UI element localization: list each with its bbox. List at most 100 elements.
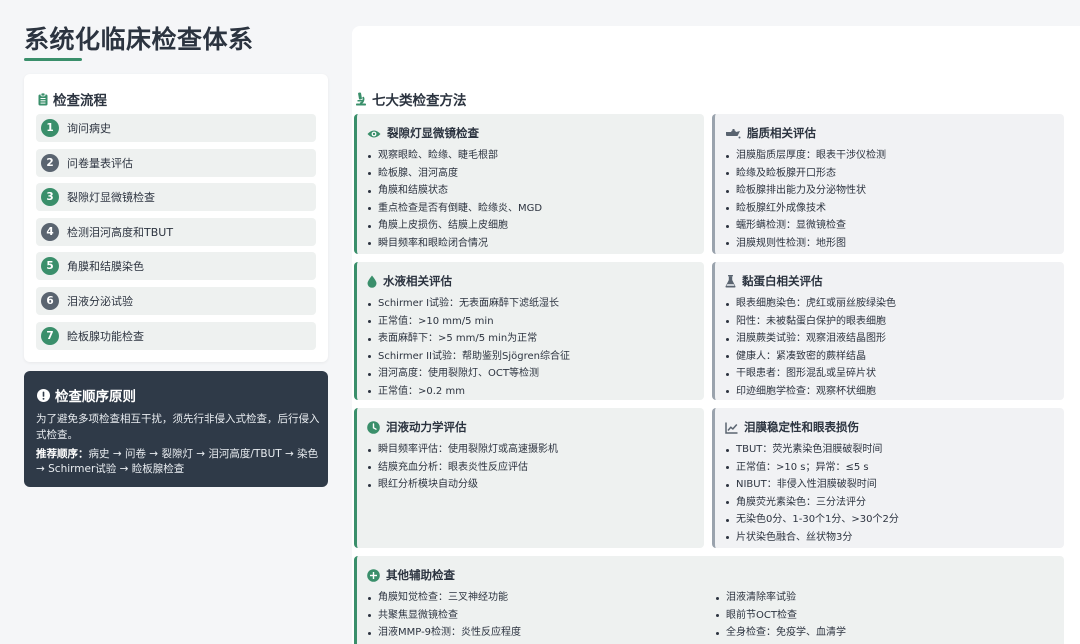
method-card-title: 裂隙灯显微镜检查 — [367, 125, 479, 141]
methods-heading: 七大类检查方法 — [354, 89, 467, 109]
method-card-title: 泪膜稳定性和眼表损伤 — [725, 419, 859, 435]
step-label: 睑板腺功能检查 — [67, 329, 144, 343]
chart-line-icon — [725, 420, 738, 434]
method-item: 观察眼睑、睑缘、睫毛根部 — [367, 147, 542, 165]
step-number-badge: 7 — [41, 326, 59, 345]
principle-title: 检查顺序原则 — [37, 385, 136, 405]
method-item: 眼表细胞染色：虎红或丽丝胺绿染色 — [725, 295, 896, 313]
method-card-items: 瞬目频率评估：使用裂隙灯或高速摄影机 结膜充血分析：眼表炎性反应评估 眼红分析模块自… — [367, 441, 558, 494]
flow-step: 6 泪液分泌试验 — [36, 286, 316, 315]
step-label: 裂隙灯显微镜检查 — [67, 191, 155, 205]
method-item: 正常值：>10 s；异常：≤5 s — [725, 459, 899, 477]
step-number-badge: 5 — [41, 257, 59, 276]
method-item: 泪液MMP-9检测：炎性反应程度 — [367, 624, 521, 642]
step-number-badge: 2 — [41, 153, 59, 172]
step-label: 泪液分泌试验 — [67, 294, 133, 308]
method-card-items: Schirmer I试验：无表面麻醉下滤纸湿长 正常值：>10 mm/5 min 表… — [367, 295, 570, 400]
flow-step: 5 角膜和结膜染色 — [36, 252, 316, 281]
method-card-items: 观察眼睑、睑缘、睫毛根部 睑板腺、泪河高度 角膜和结膜状态 重点检查是否有倒睫、睑缘炎… — [367, 147, 542, 252]
method-item: 睑缘及睑板腺开口形态 — [725, 165, 886, 183]
method-card-other: 其他辅助检查 角膜知觉检查：三叉神经功能 共聚焦显微镜检查 泪液MMP-9检测：炎性… — [354, 556, 1064, 644]
method-card-items: TBUT：荧光素染色泪膜破裂时间 正常值：>10 s；异常：≤5 s NIBUT：非… — [725, 441, 899, 546]
method-item: 无染色0分、1-30个1分、>30个2分 — [725, 511, 899, 529]
step-label: 角膜和结膜染色 — [67, 260, 144, 274]
method-item: 泪膜脂质层厚度：眼表干涉仪检测 — [725, 147, 886, 165]
method-item: 角膜上皮损伤、结膜上皮细胞 — [367, 217, 542, 235]
method-card-lipid: 脂质相关评估 泪膜脂质层厚度：眼表干涉仪检测 睑缘及睑板腺开口形态 睑板腺排出能力及… — [712, 114, 1064, 254]
method-card-title: 脂质相关评估 — [725, 125, 816, 141]
method-card-items: 眼表细胞染色：虎红或丽丝胺绿染色 阳性：未被黏蛋白保护的眼表细胞 泪膜蕨类试验：观察… — [725, 295, 896, 400]
plus-circle-icon — [367, 568, 380, 582]
method-item: 眼前节OCT检查 — [715, 607, 846, 625]
flow-heading: 检查流程 — [38, 89, 107, 109]
method-item: 重点检查是否有倒睫、睑缘炎、MGD — [367, 200, 542, 218]
method-item: 表面麻醉下：>5 mm/5 min为正常 — [367, 330, 570, 348]
droplet-icon — [367, 274, 377, 288]
method-card-title: 泪液动力学评估 — [367, 419, 467, 435]
method-card-stability: 泪膜稳定性和眼表损伤 TBUT：荧光素染色泪膜破裂时间 正常值：>10 s；异常：… — [712, 408, 1064, 548]
principle-body: 为了避免多项检查相互干扰，须先行非侵入式检查，后行侵入式检查。 — [36, 413, 320, 441]
method-item: 瞬目频率评估：使用裂隙灯或高速摄影机 — [367, 441, 558, 459]
step-number-badge: 1 — [41, 119, 59, 137]
method-item: 瞬目频率和眼睑闭合情况 — [367, 235, 542, 253]
method-card-mucin: 黏蛋白相关评估 眼表细胞染色：虎红或丽丝胺绿染色 阳性：未被黏蛋白保护的眼表细胞泪… — [712, 262, 1064, 400]
method-item: 泪膜蕨类试验：观察泪液结晶图形 — [725, 330, 896, 348]
method-card-title: 水液相关评估 — [367, 273, 452, 289]
method-card-dynamics: 泪液动力学评估 瞬目频率评估：使用裂隙灯或高速摄影机 结膜充血分析：眼表炎性反应评… — [354, 408, 704, 548]
method-item: 干眼患者：图形混乱或呈碎片状 — [725, 365, 896, 383]
method-item: 睑板腺、泪河高度 — [367, 165, 542, 183]
step-label: 问卷量表评估 — [67, 156, 133, 170]
method-item: 泪液清除率试验 — [715, 589, 846, 607]
method-item: 健康人：紧凑致密的蕨样结晶 — [725, 348, 896, 366]
method-card-aqueous: 水液相关评估 Schirmer I试验：无表面麻醉下滤纸湿长 正常值：>10 mm… — [354, 262, 704, 400]
clock-icon — [367, 420, 380, 434]
step-number-badge: 4 — [41, 222, 59, 241]
method-card-items-right: 泪液清除率试验 眼前节OCT检查 全身检查：免疫学、血清学 — [715, 589, 846, 642]
method-item: 蠕形螨检测：显微镜检查 — [725, 217, 886, 235]
method-card-items: 泪膜脂质层厚度：眼表干涉仪检测 睑缘及睑板腺开口形态 睑板腺排出能力及分泌物性状 睑板… — [725, 147, 886, 252]
flow-step: 1 询问病史 — [36, 114, 316, 142]
method-card-title: 其他辅助检查 — [367, 567, 455, 583]
method-item: 阳性：未被黏蛋白保护的眼表细胞 — [725, 313, 896, 331]
method-item: 片状染色融合、丝状物3分 — [725, 529, 899, 547]
method-item: Schirmer I试验：无表面麻醉下滤纸湿长 — [367, 295, 570, 313]
method-item: 共聚焦显微镜检查 — [367, 607, 521, 625]
flow-steps: 1 询问病史 2 问卷量表评估 3 裂隙灯显微镜检查 4 检测泪河高度和TBUT 5 角膜和结膜染… — [36, 114, 316, 356]
step-label: 询问病史 — [67, 122, 111, 135]
method-item: 角膜知觉检查：三叉神经功能 — [367, 589, 521, 607]
method-item: TBUT：荧光素染色泪膜破裂时间 — [725, 441, 899, 459]
page-title: 系统化临床检查体系 — [24, 25, 254, 54]
principle-order: 推荐顺序：病史 → 问卷 → 裂隙灯 → 泪河高度/TBUT → 染色 → Sc… — [36, 448, 319, 475]
method-item: 正常值：>10 mm/5 min — [367, 313, 570, 331]
oil-can-icon — [725, 126, 741, 140]
flow-step: 3 裂隙灯显微镜检查 — [36, 183, 316, 212]
step-label: 检测泪河高度和TBUT — [67, 225, 174, 239]
exclamation-icon — [37, 387, 50, 403]
inspection-flow-card: 检查流程 1 询问病史 2 问卷量表评估 3 裂隙灯显微镜检查 4 检测泪河高度和TBUT 5 角… — [24, 74, 328, 362]
method-item: NIBUT：非侵入性泪膜破裂时间 — [725, 476, 899, 494]
flow-step: 7 睑板腺功能检查 — [36, 321, 316, 350]
flow-step: 2 问卷量表评估 — [36, 148, 316, 177]
method-item: 泪膜规则性检测：地形图 — [725, 235, 886, 253]
method-item: 正常值：>0.2 mm — [367, 383, 570, 401]
step-number-badge: 6 — [41, 291, 59, 310]
method-item: 睑板腺排出能力及分泌物性状 — [725, 182, 886, 200]
microscope-icon — [354, 91, 368, 107]
clipboard-icon — [38, 91, 48, 107]
method-item: 角膜荧光素染色：三分法评分 — [725, 494, 899, 512]
method-item: 全身检查：免疫学、血清学 — [715, 624, 846, 642]
method-item: Schirmer II试验：帮助鉴别Sjögren综合征 — [367, 348, 570, 366]
flask-icon — [725, 274, 736, 288]
method-item: 结膜充血分析：眼表炎性反应评估 — [367, 459, 558, 477]
method-item: 泪河高度：使用裂隙灯、OCT等检测 — [367, 365, 570, 383]
principle-card: 检查顺序原则 为了避免多项检查相互干扰，须先行非侵入式检查，后行侵入式检查。 推… — [24, 371, 328, 487]
step-number-badge: 3 — [41, 188, 59, 207]
eye-icon — [367, 126, 381, 140]
method-item: 角膜和结膜状态 — [367, 182, 542, 200]
title-underline — [24, 58, 82, 61]
method-card-items-left: 角膜知觉检查：三叉神经功能 共聚焦显微镜检查 泪液MMP-9检测：炎性反应程度 — [367, 589, 521, 642]
method-card-slit-lamp: 裂隙灯显微镜检查 观察眼睑、睑缘、睫毛根部 睑板腺、泪河高度 角膜和结膜状态 重点检查… — [354, 114, 704, 254]
method-item: 睑板腺红外成像技术 — [725, 200, 886, 218]
flow-step: 4 检测泪河高度和TBUT — [36, 217, 316, 246]
method-item: 印迹细胞学检查：观察杯状细胞 — [725, 383, 896, 401]
